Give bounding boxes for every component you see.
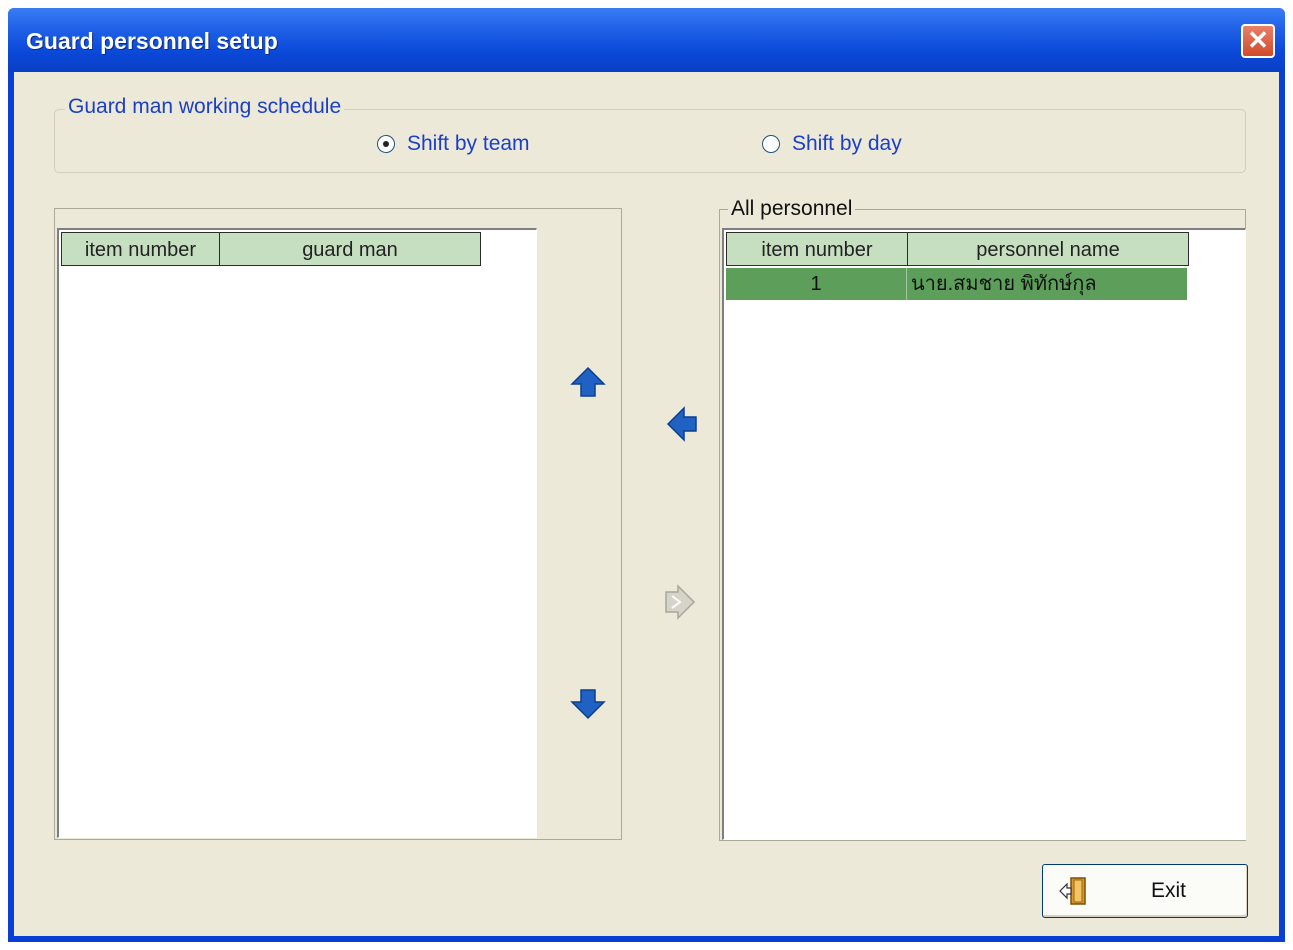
- close-button[interactable]: ✕: [1241, 24, 1275, 58]
- column-header-item-number[interactable]: item number: [726, 232, 908, 266]
- add-to-guard-button[interactable]: [662, 404, 702, 444]
- schedule-group-label: Guard man working schedule: [65, 95, 345, 119]
- guard-grid-header: item number guard man: [61, 232, 481, 266]
- shift-by-day-label: Shift by day: [792, 132, 902, 155]
- row-personnel-name: นาย.สมชาย พิทักษ์กุล: [907, 268, 1187, 300]
- arrow-left-icon: [666, 406, 697, 442]
- dialog-client-area: Guard man working schedule Shift by team…: [14, 72, 1279, 936]
- exit-button-label: Exit: [1151, 879, 1187, 902]
- column-header-item-number[interactable]: item number: [61, 232, 220, 266]
- guard-grid[interactable]: item number guard man: [57, 228, 537, 838]
- window-title: Guard personnel setup: [26, 28, 278, 54]
- schedule-group: Guard man working schedule Shift by team…: [54, 95, 1246, 173]
- column-header-personnel-name[interactable]: personnel name: [907, 232, 1189, 266]
- radio-checked-icon: [377, 135, 395, 153]
- close-icon: ✕: [1247, 25, 1269, 55]
- move-down-button[interactable]: [568, 684, 608, 724]
- arrow-down-icon: [570, 689, 606, 720]
- move-up-button[interactable]: [568, 362, 608, 402]
- shift-by-day-radio[interactable]: Shift by day: [762, 132, 902, 156]
- dialog-window: Guard personnel setup ✕ Guard man workin…: [8, 8, 1285, 942]
- arrow-up-icon: [570, 366, 606, 397]
- shift-by-team-radio[interactable]: Shift by team: [377, 132, 530, 156]
- personnel-grid-header: item number personnel name: [726, 232, 1189, 266]
- exit-door-icon: [1059, 877, 1086, 905]
- exit-button[interactable]: Exit: [1042, 864, 1248, 918]
- table-row[interactable]: 1 นาย.สมชาย พิทักษ์กุล: [726, 268, 1187, 300]
- arrow-right-icon: [665, 584, 696, 620]
- row-item-number: 1: [726, 268, 907, 300]
- shift-by-team-label: Shift by team: [407, 132, 530, 155]
- radio-unchecked-icon: [762, 135, 780, 153]
- remove-from-guard-button[interactable]: [660, 582, 700, 622]
- column-header-guard-man[interactable]: guard man: [219, 232, 481, 266]
- personnel-grid[interactable]: item number personnel name 1 นาย.สมชาย พ…: [722, 228, 1246, 840]
- personnel-group-label: All personnel: [728, 197, 856, 221]
- title-bar[interactable]: Guard personnel setup ✕: [8, 8, 1285, 72]
